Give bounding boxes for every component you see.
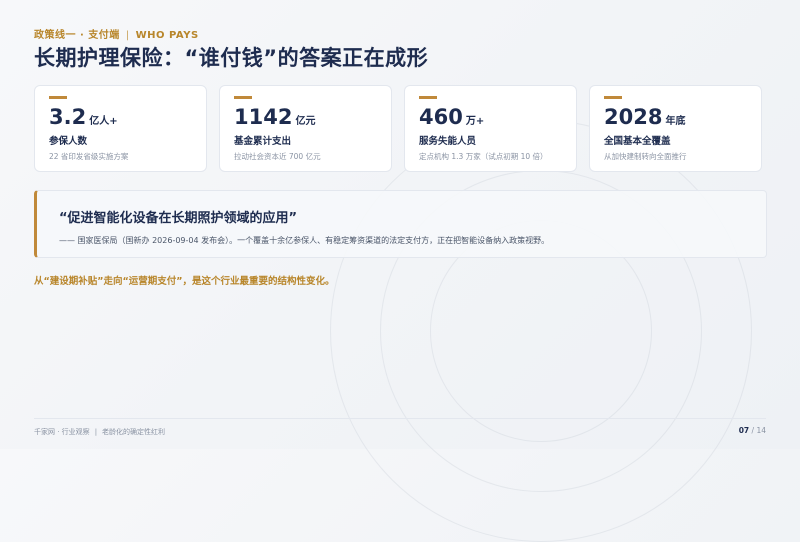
footer-divider (34, 418, 766, 419)
page-current: 07 (738, 426, 750, 435)
stat-value: 3.2 (49, 105, 87, 129)
stat-value: 2028 (604, 105, 663, 129)
key-takeaway: 从“建设期补贴”走向“运营期支付”，是这个行业最重要的结构性变化。 (34, 276, 335, 287)
stat-unit: 亿人+ (89, 116, 118, 127)
kicker-topic: 政策线一 · 支付端 (34, 30, 120, 41)
quote-text: “促进智能化设备在长期照护领域的应用” (59, 211, 298, 226)
stat-value: 460 (419, 105, 463, 129)
page-total: 14 (756, 426, 766, 435)
stat-label: 参保人数 (49, 136, 88, 147)
stat-note: 从加快建制转向全面推行 (604, 152, 687, 161)
stat-note: 定点机构 1.3 万家（试点初期 10 倍） (419, 152, 548, 161)
footer-topic: 老龄化的确定性红利 (102, 428, 166, 436)
accent-bar (604, 96, 622, 99)
page-number: 07 / 14 (739, 426, 766, 435)
stat-note: 22 省印发省级实施方案 (49, 152, 129, 161)
stat-label: 全国基本全覆盖 (604, 136, 671, 147)
page-separator: / (751, 426, 755, 435)
kicker-english: WHO PAYS (135, 30, 199, 41)
accent-bar (234, 96, 252, 99)
quote-source: —— 国家医保局（国新办 2026-09-04 发布会）。一个覆盖十余亿参保人、… (59, 236, 550, 245)
stat-value: 1142 (234, 105, 293, 129)
stat-label: 服务失能人员 (419, 136, 477, 147)
kicker-separator: | (125, 30, 130, 41)
accent-bar (419, 96, 437, 99)
page-title: 长期护理保险：“谁付钱”的答案正在成形 (34, 46, 429, 70)
stat-label: 基金累计支出 (234, 136, 292, 147)
stat-unit: 亿元 (295, 116, 316, 127)
stat-card: 3.2 亿人+ 参保人数 22 省印发省级实施方案 (34, 85, 207, 172)
stat-unit: 年底 (665, 116, 686, 127)
footer-separator: | (94, 428, 98, 436)
section-kicker: 政策线一 · 支付端 | WHO PAYS (34, 26, 199, 41)
stat-unit: 万+ (465, 116, 485, 127)
policy-quote-box: “促进智能化设备在长期照护领域的应用” —— 国家医保局（国新办 2026-09… (34, 190, 767, 258)
footer-source: 千家网 · 行业观察 | 老龄化的确定性红利 (34, 427, 165, 437)
stat-card: 2028 年底 全国基本全覆盖 从加快建制转向全面推行 (589, 85, 762, 172)
footer-publisher: 千家网 · 行业观察 (34, 428, 90, 436)
stats-row: 3.2 亿人+ 参保人数 22 省印发省级实施方案 1142 亿元 基金累计支出 拉… (34, 85, 762, 172)
accent-bar (49, 96, 67, 99)
stat-card: 1142 亿元 基金累计支出 拉动社会资本近 700 亿元 (219, 85, 392, 172)
stat-card: 460 万+ 服务失能人员 定点机构 1.3 万家（试点初期 10 倍） (404, 85, 577, 172)
stat-note: 拉动社会资本近 700 亿元 (234, 152, 321, 161)
